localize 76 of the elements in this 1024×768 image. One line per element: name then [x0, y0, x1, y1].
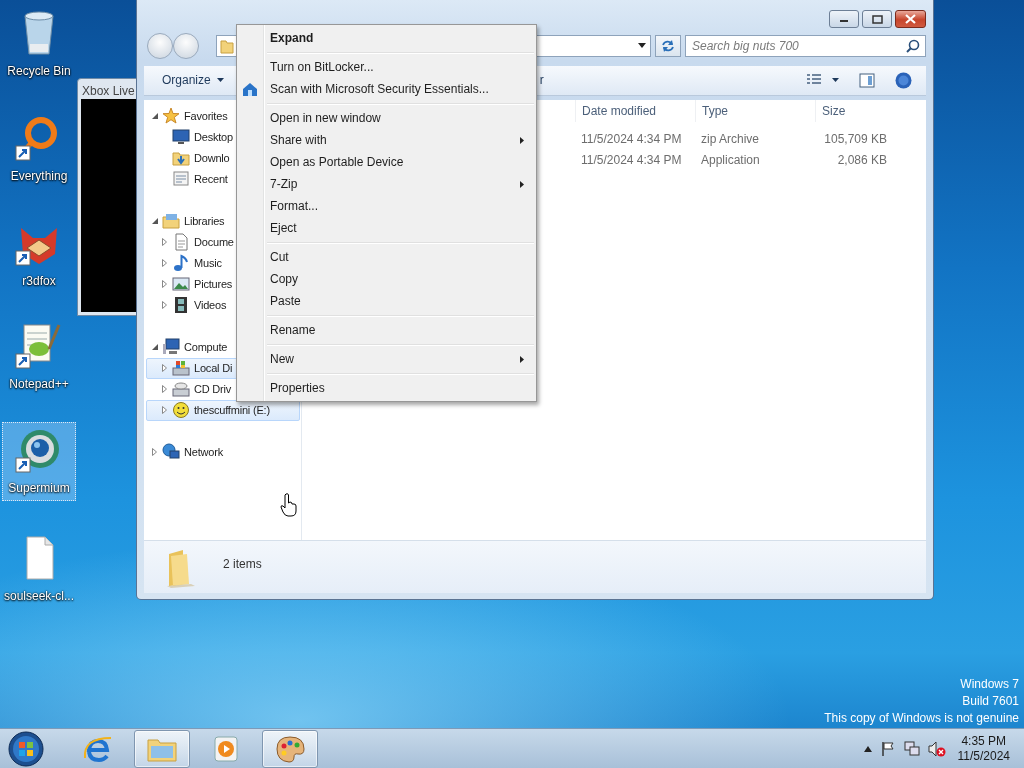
folder-icon [220, 37, 234, 54]
desktop-shortcut[interactable]: Everything [2, 110, 76, 189]
cd-drive-icon [172, 380, 190, 399]
notepad-icon [15, 321, 63, 369]
close-icon [905, 14, 916, 24]
window-title: Xbox Live [81, 83, 136, 99]
toolbar-button[interactable]: r [539, 71, 544, 90]
download-folder-icon [172, 149, 190, 168]
menu-item[interactable]: Eject [239, 217, 534, 239]
menu-item[interactable]: Turn on BitLocker... [239, 56, 534, 78]
notice-text: This copy of Windows is not genuine [824, 710, 1019, 727]
column-header[interactable]: Size [815, 99, 895, 122]
column-header[interactable]: Date modified [575, 99, 695, 122]
close-button[interactable] [895, 10, 926, 28]
column-header[interactable]: Type [695, 99, 815, 122]
desktop-shortcut[interactable]: r3dfox [2, 215, 76, 294]
item-count: 2 items [223, 556, 262, 574]
notice-text: Build 7601 [962, 693, 1019, 710]
hand-cursor-icon [280, 493, 298, 517]
menu-item[interactable]: Paste [239, 290, 534, 312]
taskbar-button[interactable] [262, 729, 318, 768]
search-icon [906, 38, 920, 53]
desktop-shortcut[interactable]: Recycle Bin [2, 5, 76, 84]
table-cell-text: Application [700, 152, 761, 170]
menu-item[interactable]: 7-Zip [239, 173, 534, 195]
start-orb-icon [8, 730, 44, 767]
taskbar-button[interactable] [134, 729, 190, 768]
desktop-shortcut[interactable]: Notepad++ [2, 318, 76, 397]
table-cell-text: zip Archive [700, 131, 761, 149]
muted-speaker-icon [927, 740, 946, 757]
menu-item[interactable]: Properties [239, 377, 534, 399]
refresh-icon [660, 38, 676, 53]
recent-icon [172, 170, 190, 189]
hard-drive-icon [172, 359, 190, 378]
table-cell-text: 11/5/2024 4:34 PM [580, 152, 683, 170]
menu-item[interactable]: Open in new window [239, 107, 534, 129]
tree-item[interactable]: Network [146, 441, 300, 463]
maximize-button[interactable] [862, 10, 892, 28]
caret-icon [832, 78, 839, 83]
menu-item[interactable]: Copy [239, 268, 534, 290]
library-icon [162, 212, 180, 231]
film-icon [172, 296, 190, 315]
dropdown-caret-icon [638, 43, 646, 49]
organize-menu[interactable]: Organize [154, 68, 232, 93]
music-note-icon [172, 254, 190, 273]
table-cell-text: 105,709 KB [823, 131, 888, 149]
maximize-icon [871, 14, 883, 24]
minimize-button[interactable] [829, 10, 859, 28]
menu-item[interactable]: Expand [239, 27, 534, 49]
menu-item[interactable]: Rename [239, 319, 534, 341]
tree-item[interactable]: thescuffmini (E:) [146, 399, 300, 421]
clock[interactable]: 4:35 PM 11/5/2024 [953, 733, 1014, 764]
computer-icon [162, 338, 180, 357]
menu-item[interactable]: Scan with Microsoft Security Essentials... [239, 78, 534, 100]
network-icon [903, 740, 920, 757]
flag-icon [879, 740, 896, 757]
preview-pane-icon [859, 72, 875, 88]
menu-item[interactable]: Cut [239, 246, 534, 268]
search-field[interactable]: Search big nuts 700 [685, 34, 926, 57]
monitor-icon [172, 128, 190, 147]
menu-item[interactable]: Open as Portable Device [239, 151, 534, 173]
show-hidden-icons-icon [863, 745, 872, 752]
picture-icon [172, 275, 190, 294]
notice-text: Windows 7 [960, 676, 1019, 693]
table-cell-text: 11/5/2024 4:34 PM [580, 131, 683, 149]
refresh-button[interactable] [655, 34, 681, 57]
document-icon [172, 233, 190, 252]
smiley-drive-icon [172, 401, 190, 420]
menu-item[interactable]: Format... [239, 195, 534, 217]
start-button[interactable] [6, 728, 46, 768]
network-icon [162, 443, 180, 462]
table-cell-text: 2,086 KB [836, 152, 888, 170]
caret-icon [216, 78, 224, 83]
star-icon [162, 107, 180, 126]
menu-item[interactable]: Share with [239, 129, 534, 151]
shield-house-icon [242, 81, 258, 97]
